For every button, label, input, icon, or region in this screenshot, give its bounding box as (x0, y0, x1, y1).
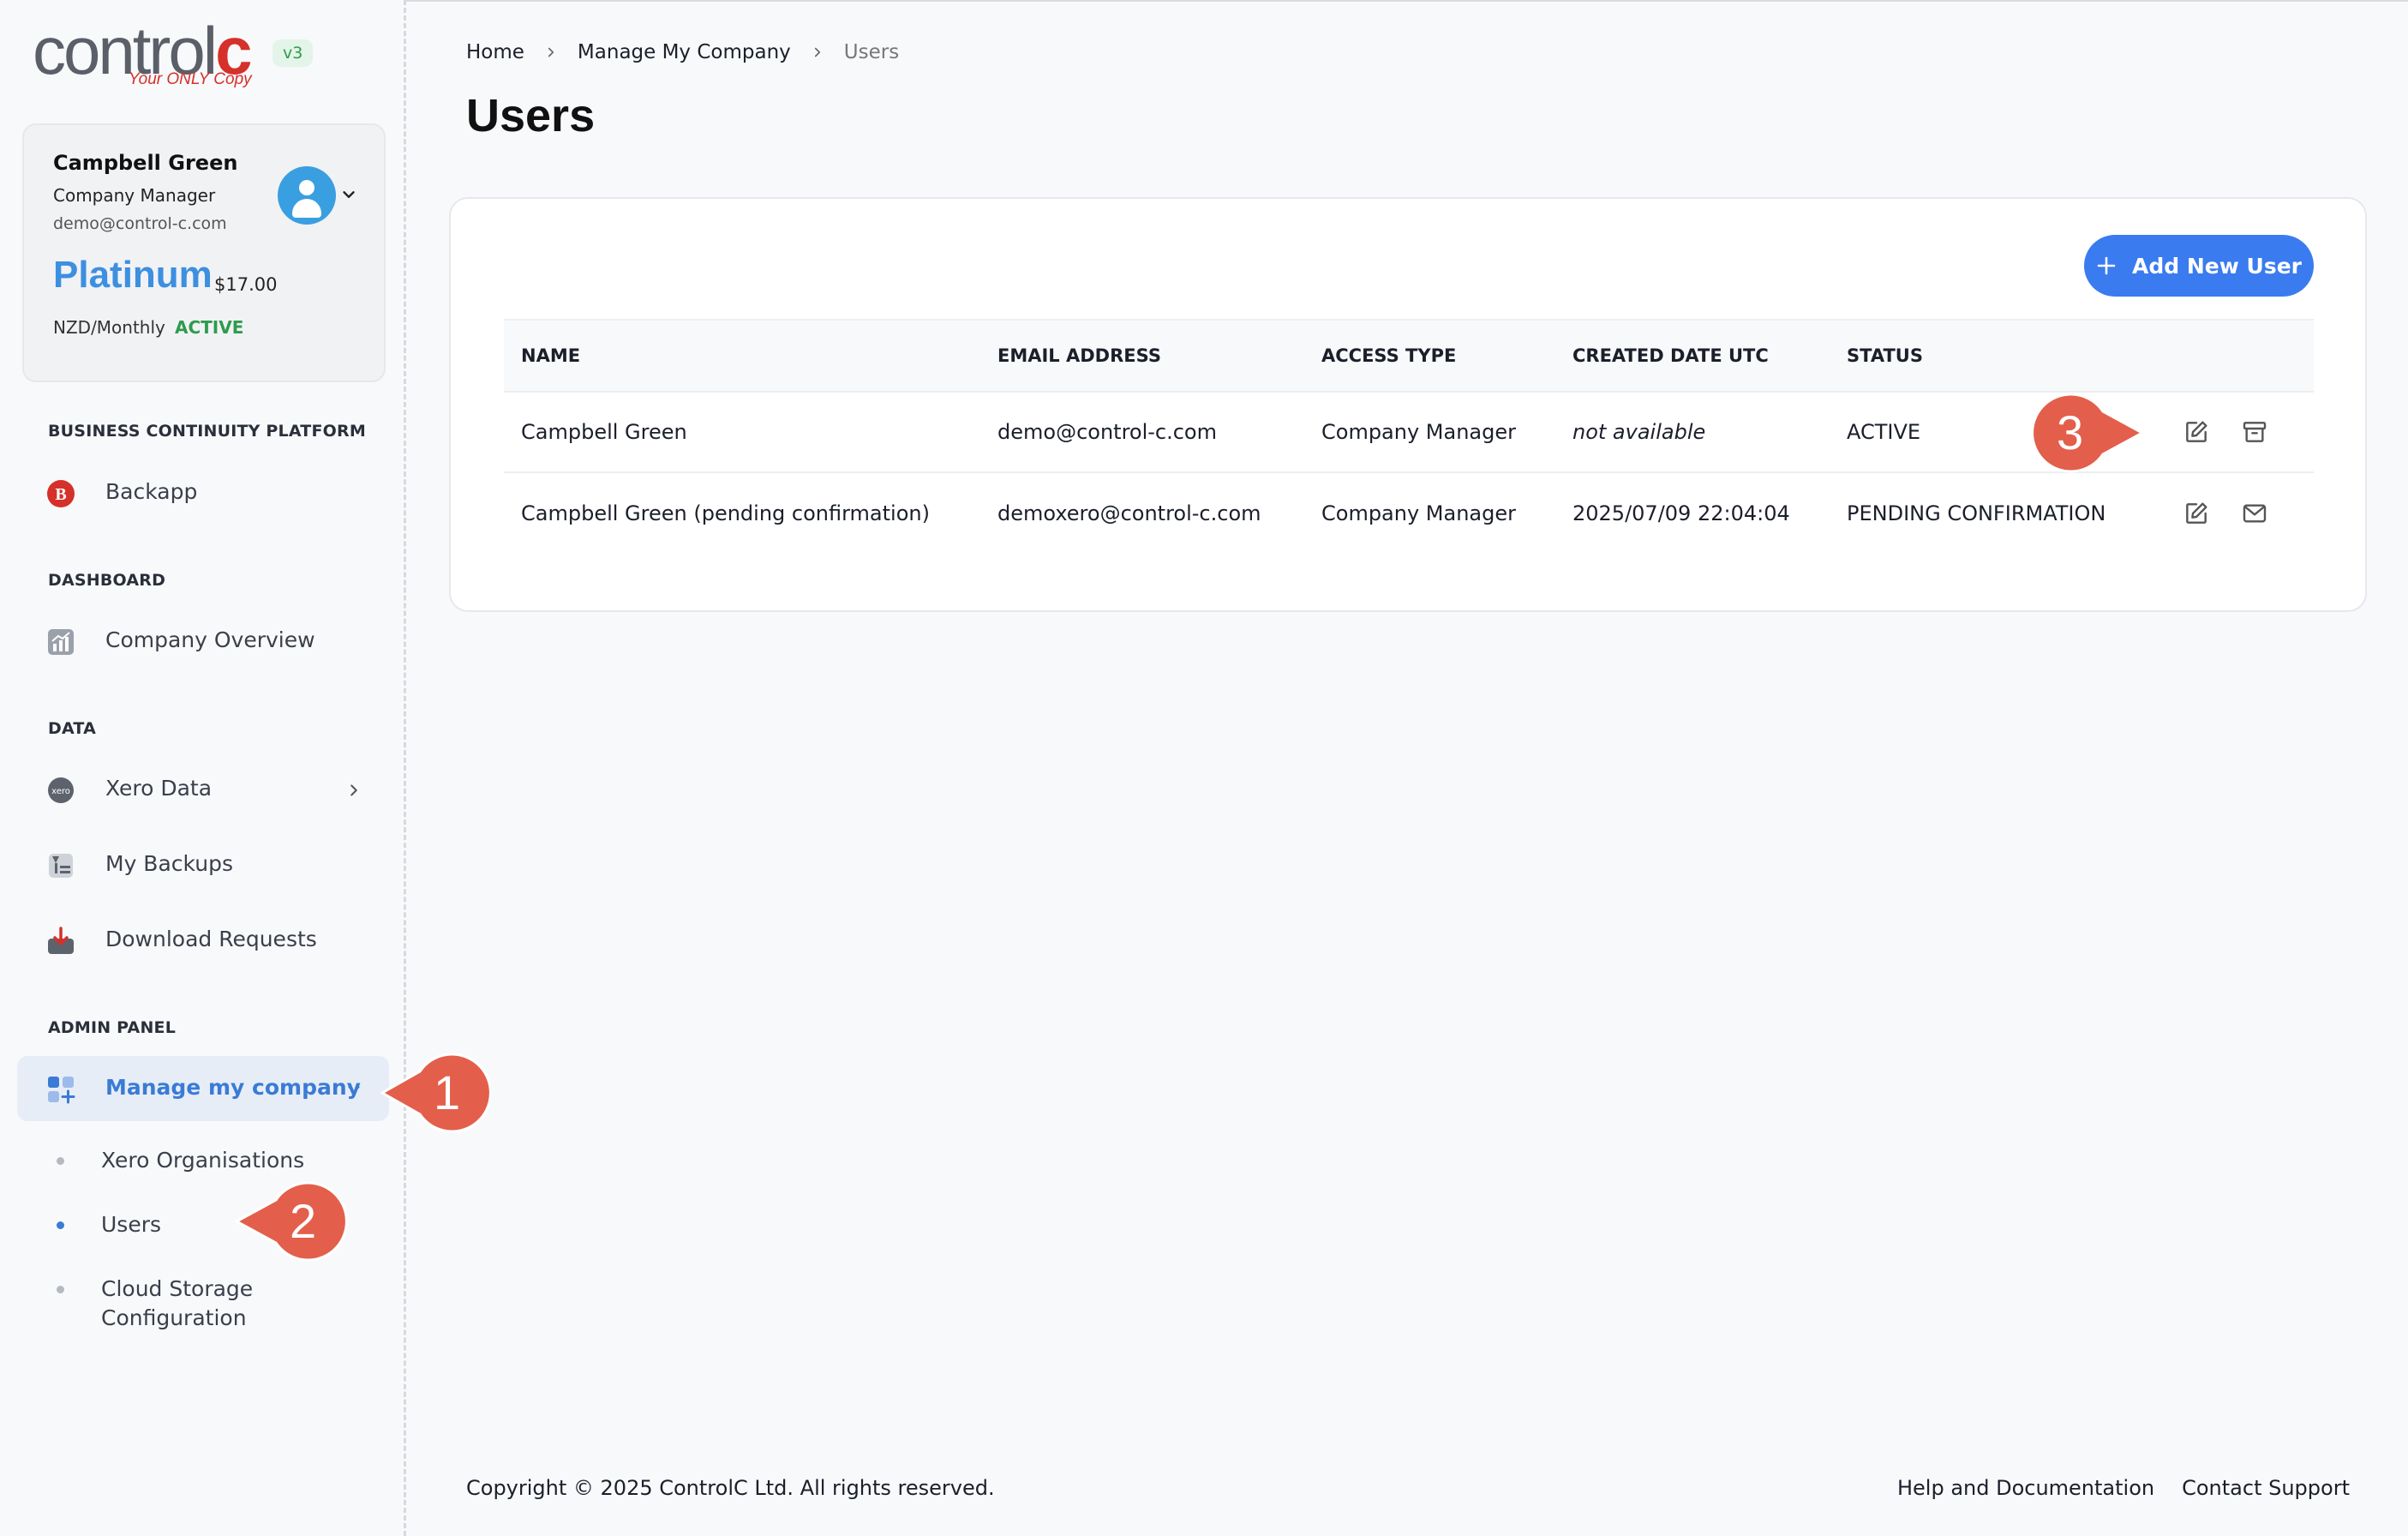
chart-icon (48, 629, 74, 655)
col-header-email[interactable]: EMAIL ADDRESS (980, 319, 1304, 393)
sidebar-item-label: Company Overview (105, 627, 315, 652)
avatar[interactable] (278, 166, 336, 225)
col-header-access-type[interactable]: ACCESS TYPE (1304, 319, 1555, 393)
sidebar-item-manage-company[interactable]: Manage my company (17, 1056, 389, 1121)
bullet-dot (57, 1157, 64, 1165)
plan-status-badge: ACTIVE (175, 317, 244, 338)
user-name: Campbell Green (53, 151, 238, 175)
col-header-status[interactable]: STATUS (1830, 319, 2165, 393)
sidebar-item-label: My Backups (105, 851, 233, 876)
callout-number: 1 (434, 1065, 461, 1119)
avatar-body (292, 199, 321, 218)
breadcrumb-current: Users (843, 41, 900, 63)
section-title-platform: BUSINESS CONTINUITY PLATFORM (48, 422, 366, 441)
section-title-data: DATA (48, 719, 96, 738)
callout-number: 3 (2057, 405, 2084, 459)
cell-created-date: not available (1555, 392, 1830, 473)
cell-email: demo@control-c.com (980, 392, 1304, 473)
grid-add-icon (48, 1077, 75, 1104)
callout-marker-3: 3 (2031, 393, 2146, 473)
col-header-name[interactable]: NAME (504, 319, 980, 393)
col-header-actions (2165, 319, 2314, 393)
cell-status: PENDING CONFIRMATION (1847, 501, 2106, 525)
top-border (406, 0, 2408, 2)
sidebar-item-label: Manage my company (105, 1075, 361, 1100)
chevron-down-icon (348, 1086, 360, 1093)
sidebar-item-backapp[interactable]: B Backapp (17, 460, 389, 525)
archive-icon[interactable] (2241, 418, 2268, 446)
cell-email: demoxero@control-c.com (997, 501, 1261, 525)
contact-support-link[interactable]: Contact Support (2182, 1476, 2350, 1500)
sidebar-item-download-requests[interactable]: Download Requests (17, 908, 389, 973)
sidebar-subitem-label: Users (101, 1212, 162, 1237)
sidebar-item-company-overview[interactable]: Company Overview (17, 609, 389, 674)
svg-text:B: B (55, 485, 66, 504)
avatar-head (299, 180, 314, 195)
callout-number: 2 (290, 1194, 317, 1248)
svg-text:xero: xero (51, 787, 70, 796)
xero-icon: xero (48, 777, 74, 803)
cell-name: Campbell Green (504, 392, 980, 473)
cell-actions (2165, 472, 2314, 553)
callout-marker-1: 1 (379, 1053, 492, 1133)
cell-access-type: Company Manager (1321, 501, 1517, 525)
bullet-dot (57, 1286, 64, 1293)
mail-icon[interactable] (2241, 500, 2268, 527)
version-badge: v3 (273, 39, 314, 67)
plan-price: $17.00 (214, 274, 278, 295)
user-card: Campbell Green Company Manager demo@cont… (22, 123, 386, 382)
download-icon (48, 927, 74, 954)
chevron-down-icon[interactable] (339, 185, 358, 204)
cell-name: Campbell Green (pending confirmation) (521, 501, 930, 525)
sidebar-subitem-label: Cloud Storage Configuration (101, 1276, 254, 1330)
chevron-right-icon (814, 47, 820, 57)
edit-icon[interactable] (2183, 500, 2210, 527)
backup-icon (49, 854, 73, 878)
section-title-admin: ADMIN PANEL (48, 1018, 177, 1037)
help-documentation-link[interactable]: Help and Documentation (1897, 1476, 2154, 1500)
backapp-icon: B (47, 480, 75, 507)
callout-marker-2: 2 (233, 1181, 348, 1262)
sidebar-subitem-label: Xero Organisations (101, 1148, 305, 1173)
sidebar-item-xero-data[interactable]: xero Xero Data (17, 757, 389, 822)
logo[interactable]: controlc Your ONLY Copy v3 (33, 17, 392, 94)
table-header-row: NAME EMAIL ADDRESS ACCESS TYPE CREATED D… (504, 319, 2314, 393)
cell-access-type: Company Manager (1304, 392, 1555, 473)
breadcrumb: Home Manage My Company Users (466, 41, 899, 63)
sidebar-item-my-backups[interactable]: My Backups (17, 832, 389, 897)
chevron-right-icon (548, 47, 554, 57)
bullet-dot (57, 1221, 64, 1229)
add-new-user-button[interactable]: Add New User (2084, 235, 2314, 297)
callout-shape (2031, 393, 2146, 473)
sidebar-item-label: Download Requests (105, 927, 317, 951)
page-title: Users (466, 90, 596, 141)
section-title-dashboard: DASHBOARD (48, 571, 166, 590)
sidebar-item-label: Backapp (105, 479, 198, 504)
user-role: Company Manager (53, 185, 216, 206)
copyright-text: Copyright © 2025 ControlC Ltd. All right… (466, 1476, 995, 1500)
footer-links: Help and Documentation Contact Support (1897, 1476, 2350, 1500)
cell-created-date: 2025/07/09 22:04:04 (1572, 501, 1790, 525)
plan-period: NZD/Monthly (53, 317, 165, 338)
cell-actions (2165, 392, 2314, 473)
chevron-right-icon (350, 784, 357, 796)
plan-name: Platinum (53, 254, 213, 296)
breadcrumb-home[interactable]: Home (466, 41, 524, 63)
edit-icon[interactable] (2183, 418, 2210, 446)
sidebar: controlc Your ONLY Copy v3 Campbell Gree… (0, 0, 406, 1536)
plus-icon (2097, 256, 2116, 275)
breadcrumb-manage-company[interactable]: Manage My Company (578, 41, 791, 63)
sidebar-item-label: Xero Data (105, 776, 213, 801)
logo-tagline: Your ONLY Copy (129, 70, 252, 88)
col-header-created-date[interactable]: CREATED DATE UTC (1555, 319, 1830, 393)
user-email: demo@control-c.com (53, 214, 227, 233)
add-new-user-label: Add New User (2132, 253, 2302, 279)
table-row: Campbell Green (pending confirmation) de… (504, 472, 2314, 553)
